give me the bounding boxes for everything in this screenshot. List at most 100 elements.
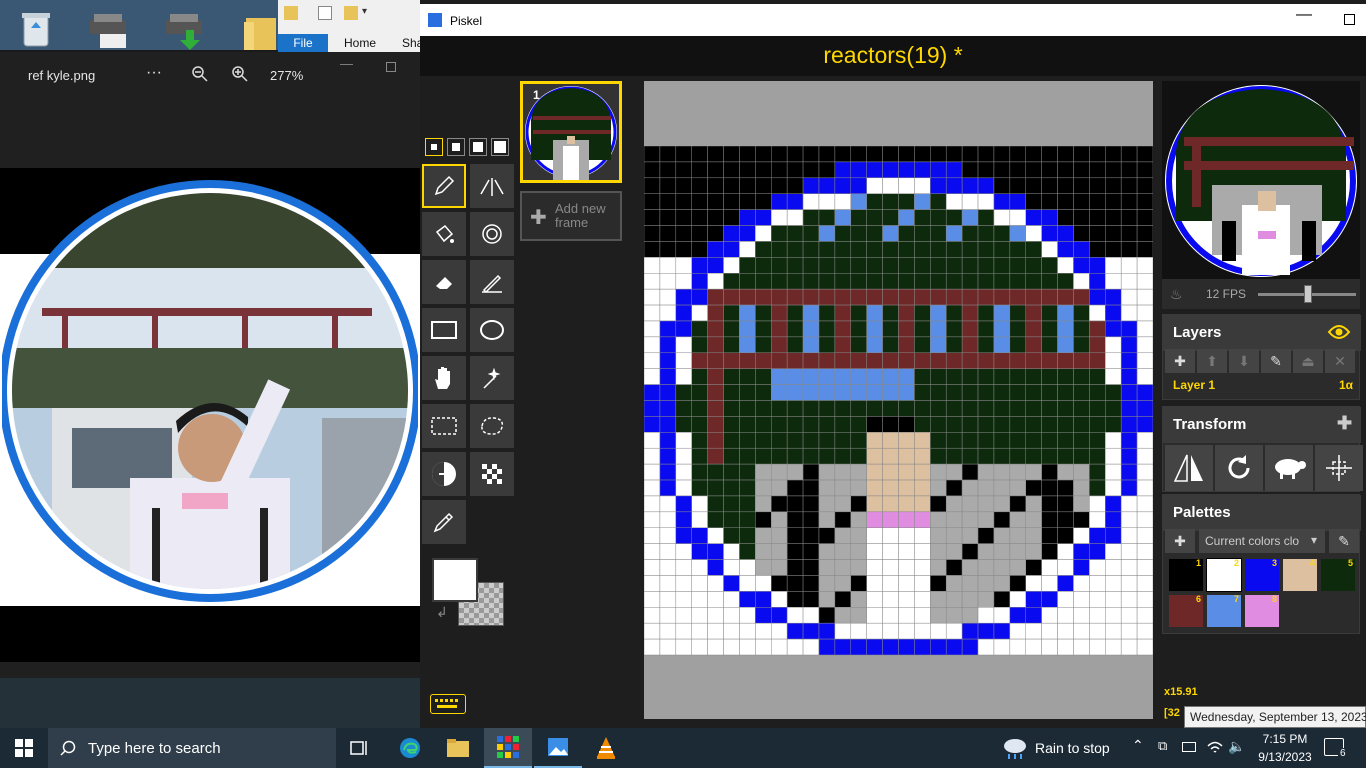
pixel[interactable] — [977, 607, 995, 624]
pixel[interactable] — [1041, 193, 1058, 210]
pixel[interactable] — [1025, 622, 1042, 640]
pixel[interactable] — [707, 638, 724, 656]
pixel[interactable] — [755, 241, 772, 258]
pixel[interactable] — [659, 400, 677, 417]
pixel[interactable] — [993, 638, 1011, 656]
pixel[interactable] — [1073, 622, 1090, 640]
pixel[interactable] — [739, 527, 756, 544]
pixel[interactable] — [930, 193, 947, 210]
pixel[interactable] — [930, 336, 947, 354]
pixel[interactable] — [1057, 543, 1074, 560]
pixel[interactable] — [1105, 384, 1122, 401]
pixel[interactable] — [707, 432, 724, 449]
pixel[interactable] — [914, 479, 931, 497]
clone-sheep-icon[interactable] — [1265, 445, 1313, 491]
pixel[interactable] — [1120, 304, 1138, 322]
pixel[interactable] — [930, 400, 947, 417]
pixel[interactable] — [930, 575, 947, 592]
pixel[interactable] — [1073, 416, 1090, 433]
pixel[interactable] — [802, 400, 820, 417]
pixel[interactable] — [786, 193, 804, 210]
pixel[interactable] — [961, 543, 979, 560]
pixel[interactable] — [755, 400, 772, 417]
pixel[interactable] — [675, 432, 692, 449]
pixel[interactable] — [771, 559, 788, 576]
pixel[interactable] — [1105, 400, 1122, 417]
pixel[interactable] — [1105, 432, 1122, 449]
pixel[interactable] — [834, 241, 852, 258]
pixel[interactable] — [914, 368, 931, 385]
pixel[interactable] — [1041, 447, 1058, 465]
pixel[interactable] — [1136, 400, 1153, 417]
pixel[interactable] — [882, 447, 899, 465]
pixel[interactable] — [882, 479, 899, 497]
pixel[interactable] — [993, 146, 1011, 163]
pixel[interactable] — [914, 575, 931, 592]
pixel[interactable] — [1009, 607, 1026, 624]
pixel[interactable] — [739, 336, 756, 354]
pixel[interactable] — [739, 638, 756, 656]
pixel[interactable] — [834, 463, 852, 481]
pixel[interactable] — [786, 575, 804, 592]
pixel[interactable] — [1136, 146, 1153, 163]
pixel[interactable] — [786, 273, 804, 290]
pixel[interactable] — [993, 241, 1011, 258]
pixel[interactable] — [1120, 463, 1138, 481]
pixel[interactable] — [945, 400, 963, 417]
pixel[interactable] — [1057, 177, 1074, 194]
pixel[interactable] — [739, 273, 756, 290]
palette-select[interactable]: Current colors clo ▾ — [1199, 529, 1325, 553]
pixel[interactable] — [1009, 384, 1026, 401]
pixel[interactable] — [675, 527, 692, 544]
volume-icon[interactable]: 🔈 — [1228, 738, 1245, 755]
pixel[interactable] — [898, 146, 915, 163]
pixel[interactable] — [739, 495, 756, 513]
pixel[interactable] — [882, 416, 899, 433]
pixel[interactable] — [691, 257, 708, 274]
pixel[interactable] — [961, 527, 979, 544]
pixel[interactable] — [993, 225, 1011, 242]
move-hand-tool[interactable] — [422, 356, 466, 400]
pixel[interactable] — [993, 193, 1011, 210]
pixel[interactable] — [961, 225, 979, 242]
pixel[interactable] — [691, 527, 708, 544]
pixel[interactable] — [993, 368, 1011, 385]
pixel[interactable] — [755, 177, 772, 194]
pixel[interactable] — [1120, 241, 1138, 258]
pixel[interactable] — [755, 352, 772, 369]
pixel[interactable] — [659, 368, 677, 385]
pixel[interactable] — [691, 575, 708, 592]
pixel[interactable] — [739, 193, 756, 210]
pixel[interactable] — [659, 432, 677, 449]
pixel[interactable] — [882, 368, 899, 385]
pixel[interactable] — [914, 543, 931, 560]
pixel[interactable] — [993, 288, 1011, 306]
pixel[interactable] — [850, 495, 867, 513]
pixel[interactable] — [723, 209, 740, 226]
pixel[interactable] — [1057, 209, 1074, 226]
pixel[interactable] — [1057, 432, 1074, 449]
pixel[interactable] — [898, 304, 915, 322]
pixel[interactable] — [818, 146, 836, 163]
weather-text[interactable]: Rain to stop — [1035, 740, 1110, 756]
pixel[interactable] — [707, 495, 724, 513]
pixel[interactable] — [1073, 193, 1090, 210]
pixel[interactable] — [930, 416, 947, 433]
pixel[interactable] — [850, 304, 867, 322]
palette-swatch[interactable]: 1 — [1169, 558, 1203, 591]
pixel[interactable] — [771, 368, 788, 385]
pixel[interactable] — [691, 368, 708, 385]
pixel[interactable] — [771, 447, 788, 465]
pixel[interactable] — [659, 543, 677, 560]
pixel[interactable] — [977, 511, 995, 528]
pixel[interactable] — [644, 527, 661, 544]
pixel[interactable] — [1120, 479, 1138, 497]
pixel[interactable] — [786, 591, 804, 608]
pixel[interactable] — [1073, 209, 1090, 226]
pixel[interactable] — [739, 384, 756, 401]
pixel[interactable] — [993, 209, 1011, 226]
pixel[interactable] — [691, 161, 708, 179]
pixel[interactable] — [739, 320, 756, 338]
pixel[interactable] — [771, 400, 788, 417]
pixel[interactable] — [1089, 320, 1106, 338]
